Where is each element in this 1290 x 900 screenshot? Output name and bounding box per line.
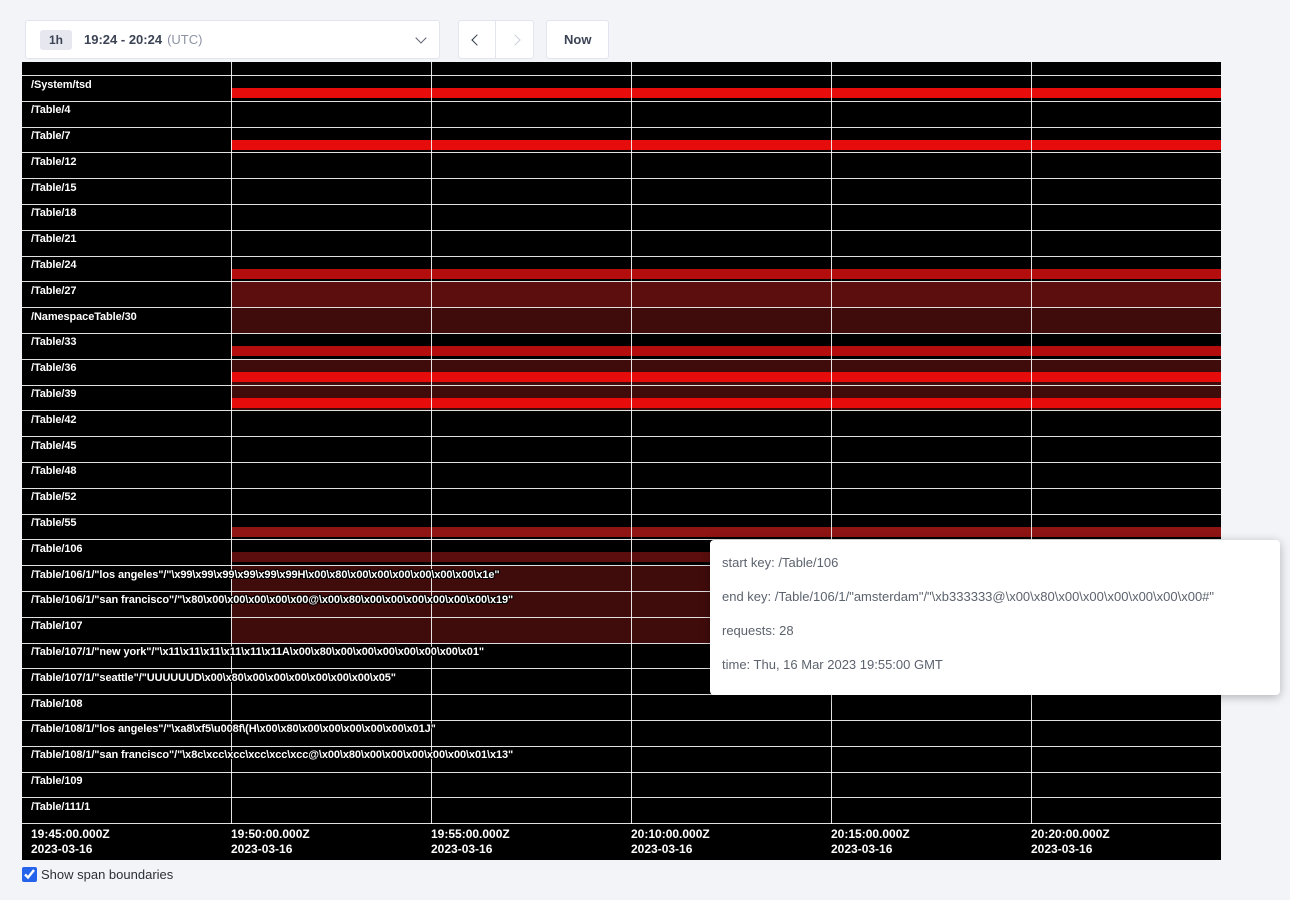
row-label: /Table/107/1/"seattle"/"UUUUUUD\x00\x80\…: [31, 672, 396, 684]
chevron-down-icon: [415, 32, 426, 43]
time-axis: 19:45:00.000Z2023-03-16 19:50:00.000Z2023…: [22, 827, 1221, 859]
next-time-button[interactable]: [496, 20, 534, 59]
heat-strip: [231, 527, 1221, 537]
row-label: /Table/107/1/"new york"/"\x11\x11\x11\x1…: [31, 646, 484, 658]
row-label: /Table/33: [31, 336, 76, 348]
time-axis-tick: 19:45:00.000Z2023-03-16: [31, 827, 110, 857]
heat-strip: [231, 140, 1221, 150]
row-label: /Table/108/1/"san francisco"/"\x8c\xcc\x…: [31, 749, 513, 761]
time-axis-tick: 20:20:00.000Z2023-03-16: [1031, 827, 1110, 857]
row-label: /Table/55: [31, 517, 76, 529]
heatmap-row[interactable]: /Table/24: [22, 256, 1221, 282]
prev-time-button[interactable]: [458, 20, 496, 59]
time-gridline: [431, 62, 432, 824]
heatmap-row[interactable]: /Table/42: [22, 410, 1221, 436]
heatmap-row[interactable]: /Table/108/1/"los angeles"/"\xa8\xf5\u00…: [22, 720, 1221, 746]
heatmap-row[interactable]: /Table/18: [22, 204, 1221, 230]
time-gridline: [831, 62, 832, 824]
row-label: /NamespaceTable/30: [31, 311, 137, 323]
heat-fill: [231, 282, 1221, 307]
heatmap-row[interactable]: /Table/45: [22, 436, 1221, 462]
heatmap-row[interactable]: /Table/111/1: [22, 797, 1221, 823]
heatmap-row[interactable]: /System/tsd: [22, 75, 1221, 101]
key-visualizer-canvas[interactable]: /System/tsd/Table/4/Table/7/Table/12/Tab…: [22, 62, 1221, 860]
tooltip-time: time: Thu, 16 Mar 2023 19:55:00 GMT: [722, 655, 1268, 675]
heatmap-row[interactable]: /Table/52: [22, 488, 1221, 514]
time-axis-tick: 20:15:00.000Z2023-03-16: [831, 827, 910, 857]
row-label: /Table/45: [31, 440, 76, 452]
heatmap-row[interactable]: /Table/4: [22, 101, 1221, 127]
row-label: /Table/15: [31, 182, 76, 194]
row-label: /Table/39: [31, 388, 76, 400]
heatmap-row[interactable]: /NamespaceTable/30: [22, 307, 1221, 333]
row-label: /Table/7: [31, 130, 70, 142]
timezone-label: (UTC): [167, 32, 202, 47]
tooltip-start-key: start key: /Table/106: [722, 553, 1268, 573]
time-gridline: [231, 62, 232, 824]
row-label: /Table/106/1/"los angeles"/"\x99\x99\x99…: [31, 569, 500, 581]
row-label: /Table/108/1/"los angeles"/"\xa8\xf5\u00…: [31, 723, 436, 735]
tooltip-requests: requests: 28: [722, 621, 1268, 641]
heat-strip: [231, 88, 1221, 98]
heatmap-row[interactable]: /Table/15: [22, 178, 1221, 204]
span-boundaries-checkbox[interactable]: [22, 867, 37, 882]
time-nav-group: [458, 20, 534, 59]
row-label: /Table/107: [31, 620, 82, 632]
heat-strip: [231, 269, 1221, 279]
row-label: /Table/36: [31, 362, 76, 374]
heatmap-rows: /System/tsd/Table/4/Table/7/Table/12/Tab…: [22, 75, 1221, 824]
tooltip-end-key: end key: /Table/106/1/"amsterdam"/"\xb33…: [722, 587, 1268, 607]
footer-checkbox-row: Show span boundaries: [22, 867, 173, 882]
row-label: /Table/21: [31, 233, 76, 245]
time-range-select[interactable]: 1h 19:24 - 20:24 (UTC): [25, 20, 440, 59]
heatmap-row[interactable]: /Table/109: [22, 772, 1221, 798]
row-label: /Table/42: [31, 414, 76, 426]
row-label: /Table/108: [31, 698, 82, 710]
heatmap-row[interactable]: /Table/7: [22, 127, 1221, 153]
time-range-label: 19:24 - 20:24: [84, 32, 162, 47]
heat-strip: [231, 346, 1221, 356]
row-label: /Table/109: [31, 775, 82, 787]
now-button[interactable]: Now: [546, 20, 609, 59]
row-label: /Table/106/1/"san francisco"/"\x80\x00\x…: [31, 594, 513, 606]
heat-strip: [231, 372, 1221, 382]
chevron-right-icon: [509, 34, 520, 45]
time-gridline: [631, 62, 632, 824]
row-label: /Table/111/1: [31, 801, 90, 813]
heat-strip: [231, 398, 1221, 408]
heatmap-row[interactable]: /Table/55: [22, 514, 1221, 540]
heatmap-row[interactable]: /Table/21: [22, 230, 1221, 256]
heatmap-row[interactable]: /Table/108: [22, 694, 1221, 720]
heatmap-row[interactable]: /Table/108/1/"san francisco"/"\x8c\xcc\x…: [22, 746, 1221, 772]
row-label: /Table/106: [31, 543, 82, 555]
span-tooltip: start key: /Table/106 end key: /Table/10…: [710, 540, 1280, 695]
row-label: /Table/48: [31, 465, 76, 477]
row-label: /Table/12: [31, 156, 76, 168]
heatmap-row[interactable]: /Table/39: [22, 385, 1221, 411]
span-boundaries-label: Show span boundaries: [41, 867, 173, 882]
chevron-left-icon: [471, 34, 482, 45]
heat-fill: [231, 308, 1221, 333]
heatmap-row[interactable]: /Table/36: [22, 359, 1221, 385]
heatmap-row[interactable]: /Table/12: [22, 152, 1221, 178]
row-label: /Table/24: [31, 259, 76, 271]
time-axis-tick: 19:50:00.000Z2023-03-16: [231, 827, 310, 857]
duration-badge: 1h: [40, 30, 72, 50]
row-label: /System/tsd: [31, 79, 92, 91]
heatmap-row[interactable]: /Table/48: [22, 462, 1221, 488]
heatmap-row[interactable]: /Table/27: [22, 281, 1221, 307]
row-label: /Table/18: [31, 207, 76, 219]
time-axis-tick: 20:10:00.000Z2023-03-16: [631, 827, 710, 857]
row-label: /Table/52: [31, 491, 76, 503]
heatmap-row[interactable]: /Table/33: [22, 333, 1221, 359]
row-label: /Table/4: [31, 104, 70, 116]
time-axis-tick: 19:55:00.000Z2023-03-16: [431, 827, 510, 857]
time-gridline: [1031, 62, 1032, 824]
toolbar: 1h 19:24 - 20:24 (UTC) Now: [25, 20, 609, 59]
row-label: /Table/27: [31, 285, 76, 297]
